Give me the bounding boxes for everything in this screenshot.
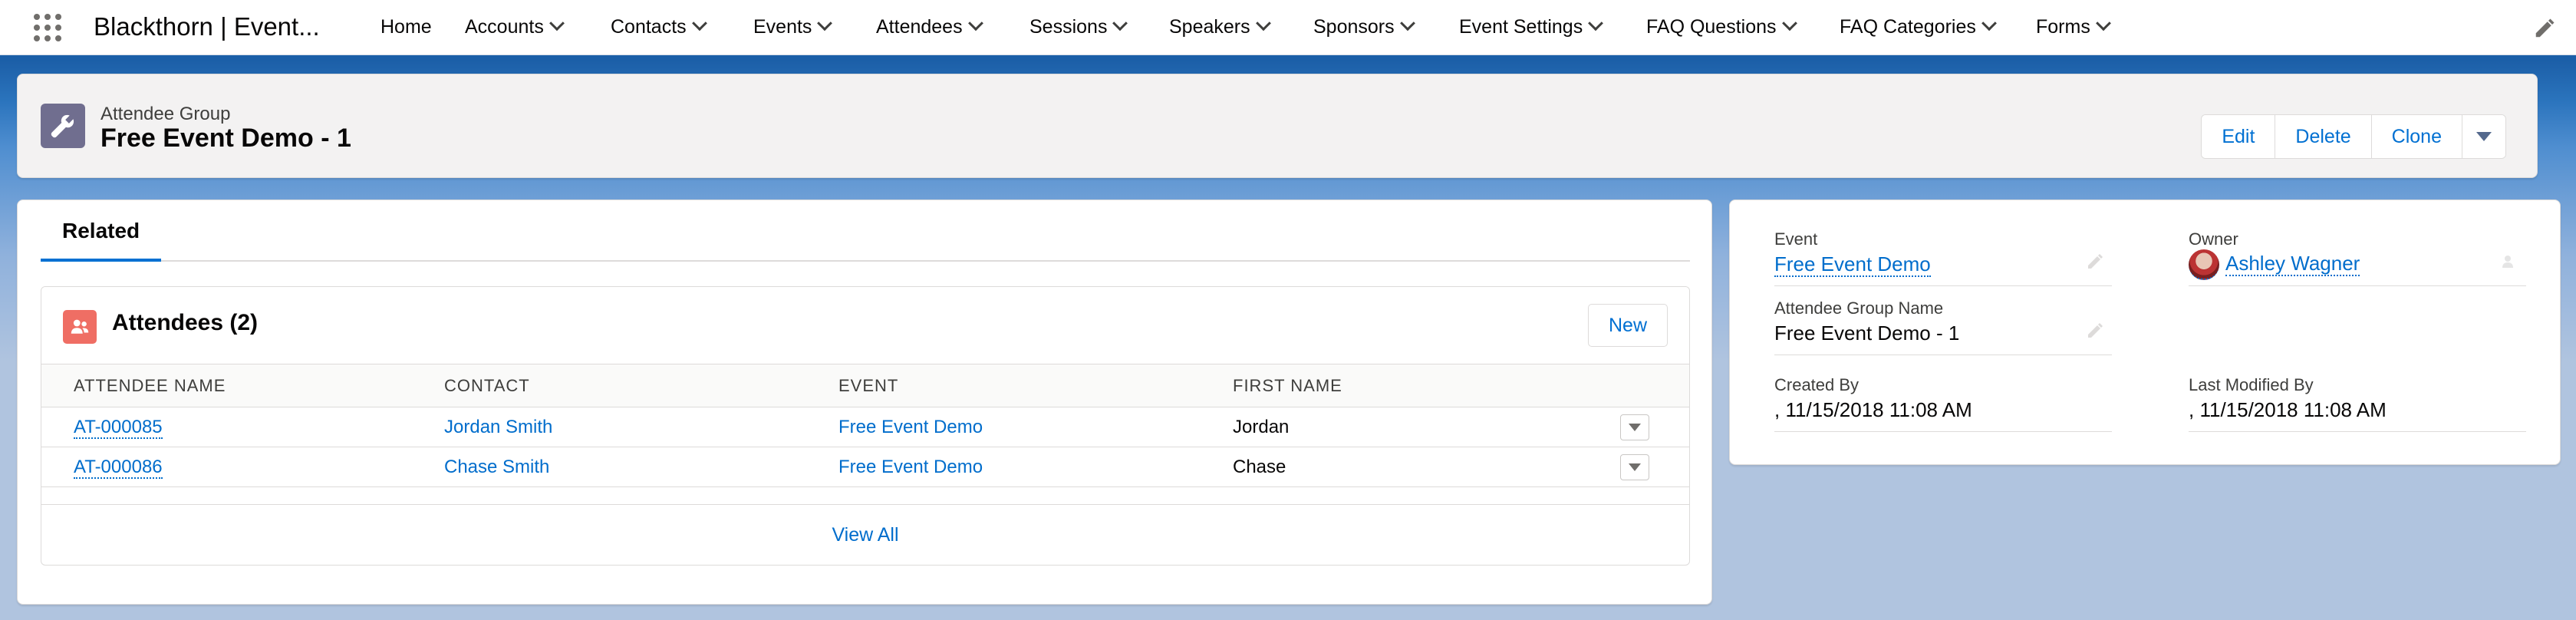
caret-down-icon — [2476, 132, 2492, 141]
table-spacer-row — [41, 486, 1689, 505]
attendee-group-name-label: Attendee Group Name — [1774, 298, 1944, 318]
last-modified-by-value: , 11/15/2018 11:08 AM — [2189, 398, 2387, 421]
row-action-menu-button[interactable] — [1620, 453, 1649, 480]
wrench-icon — [41, 104, 85, 148]
event-link[interactable]: Free Event Demo — [806, 407, 1201, 447]
global-nav-bar: Blackthorn | Event... Home Accounts Cont… — [0, 0, 2576, 55]
row-actions-cell — [1620, 407, 1689, 447]
chevron-down-icon[interactable] — [1255, 15, 1271, 31]
related-panel: Related Attendees (2) New ATTENDEE NAME … — [17, 200, 1712, 605]
chevron-down-icon[interactable] — [548, 15, 565, 31]
owner-link[interactable]: Ashley Wagner — [2225, 251, 2360, 276]
event-field-label: Event — [1774, 229, 1818, 249]
created-by-value: , 11/15/2018 11:08 AM — [1774, 398, 1972, 421]
chevron-down-icon[interactable] — [1112, 15, 1128, 31]
column-header-event[interactable]: EVENT — [806, 364, 1201, 407]
nav-item-sessions[interactable]: Sessions — [1029, 15, 1128, 38]
nav-item-events[interactable]: Events — [753, 15, 833, 38]
column-header-attendee-name[interactable]: ATTENDEE NAME — [41, 364, 412, 407]
nav-item-attendees[interactable]: Attendees — [876, 15, 983, 38]
contact-link[interactable]: Chase Smith — [412, 447, 806, 487]
nav-items: Home Accounts Contacts Events Attendees … — [0, 0, 2576, 55]
row-action-menu-button[interactable] — [1620, 414, 1649, 440]
table-row: AT-000086 Chase Smith Free Event Demo Ch… — [41, 447, 1689, 487]
nav-item-contacts[interactable]: Contacts — [611, 15, 707, 38]
table-header-row: ATTENDEE NAME CONTACT EVENT FIRST NAME — [41, 364, 1689, 407]
related-list-header: Attendees (2) New — [41, 287, 1689, 364]
table-row: AT-000085 Jordan Smith Free Event Demo J… — [41, 407, 1689, 447]
chevron-down-icon[interactable] — [2095, 15, 2111, 31]
nav-item-speakers[interactable]: Speakers — [1169, 15, 1271, 38]
nav-item-forms[interactable]: Forms — [2036, 15, 2111, 38]
attendee-name-cell[interactable]: AT-000086 — [41, 447, 412, 487]
event-field: Event Free Event Demo — [1774, 229, 2112, 286]
record-header: Attendee Group Free Event Demo - 1 Edit … — [17, 74, 2538, 178]
new-attendee-button[interactable]: New — [1587, 304, 1668, 347]
event-link[interactable]: Free Event Demo — [1774, 252, 1931, 277]
chevron-down-icon[interactable] — [1399, 15, 1415, 31]
attendees-related-list: Attendees (2) New ATTENDEE NAME CONTACT … — [41, 286, 1690, 566]
chevron-down-icon[interactable] — [817, 15, 833, 31]
tab-bar: Related — [41, 200, 1690, 262]
attendee-group-name-field: Attendee Group Name Free Event Demo - 1 — [1774, 298, 2112, 355]
nav-item-event-settings[interactable]: Event Settings — [1459, 15, 1604, 38]
details-panel: Event Free Event Demo Owner Ashley Wagne… — [1729, 200, 2561, 465]
pencil-icon[interactable] — [2086, 322, 2104, 340]
attendee-name-link[interactable]: AT-000086 — [74, 456, 163, 479]
column-header-contact[interactable]: CONTACT — [412, 364, 806, 407]
nav-item-faq-questions[interactable]: FAQ Questions — [1646, 15, 1797, 38]
contact-link[interactable]: Jordan Smith — [412, 407, 806, 447]
event-field-value[interactable]: Free Event Demo — [1774, 252, 1931, 277]
last-modified-by-field: Last Modified By , 11/15/2018 11:08 AM — [2189, 375, 2526, 432]
attendee-name-cell[interactable]: AT-000085 — [41, 407, 412, 447]
owner-field: Owner Ashley Wagner — [2189, 229, 2526, 286]
tab-related[interactable]: Related — [41, 219, 162, 262]
object-type-label: Attendee Group — [100, 104, 231, 124]
first-name-cell: Chase — [1201, 447, 1620, 487]
avatar — [2189, 249, 2219, 280]
column-header-actions — [1620, 364, 1689, 407]
edit-button[interactable]: Edit — [2202, 115, 2276, 158]
created-by-label: Created By — [1774, 375, 1860, 394]
last-modified-by-label: Last Modified By — [2189, 375, 2314, 394]
view-all-link[interactable]: View All — [41, 505, 1689, 565]
chevron-down-icon[interactable] — [1981, 15, 1997, 31]
chevron-down-icon[interactable] — [1781, 15, 1797, 31]
chevron-down-icon[interactable] — [967, 15, 983, 31]
pencil-icon[interactable] — [2086, 252, 2104, 271]
page-title: Free Event Demo - 1 — [100, 124, 351, 153]
attendee-name-link[interactable]: AT-000085 — [74, 416, 163, 439]
more-actions-button[interactable] — [2462, 115, 2505, 158]
clone-button[interactable]: Clone — [2371, 115, 2462, 158]
attendee-group-name-value: Free Event Demo - 1 — [1774, 322, 1960, 345]
edit-nav-pencil-icon[interactable] — [2533, 17, 2556, 40]
nav-item-faq-categories[interactable]: FAQ Categories — [1840, 15, 1997, 38]
chevron-down-icon[interactable] — [1588, 15, 1604, 31]
delete-button[interactable]: Delete — [2275, 115, 2372, 158]
attendees-table: ATTENDEE NAME CONTACT EVENT FIRST NAME A… — [41, 364, 1689, 487]
caret-down-icon — [1629, 423, 1641, 431]
owner-field-value[interactable]: Ashley Wagner — [2189, 249, 2360, 280]
attendees-icon — [63, 310, 97, 344]
nav-item-sponsors[interactable]: Sponsors — [1313, 15, 1415, 38]
created-by-field: Created By , 11/15/2018 11:08 AM — [1774, 375, 2112, 432]
first-name-cell: Jordan — [1201, 407, 1620, 447]
row-actions-cell — [1620, 447, 1689, 487]
related-list-title[interactable]: Attendees (2) — [112, 310, 258, 336]
event-link[interactable]: Free Event Demo — [806, 447, 1201, 487]
caret-down-icon — [1629, 463, 1641, 471]
owner-field-label: Owner — [2189, 229, 2238, 249]
column-header-first-name[interactable]: FIRST NAME — [1201, 364, 1620, 407]
change-owner-icon[interactable] — [2500, 252, 2518, 271]
nav-item-accounts[interactable]: Accounts — [465, 15, 565, 38]
chevron-down-icon[interactable] — [691, 15, 707, 31]
nav-item-home[interactable]: Home — [380, 16, 432, 38]
record-actions: Edit Delete Clone — [2201, 114, 2506, 159]
